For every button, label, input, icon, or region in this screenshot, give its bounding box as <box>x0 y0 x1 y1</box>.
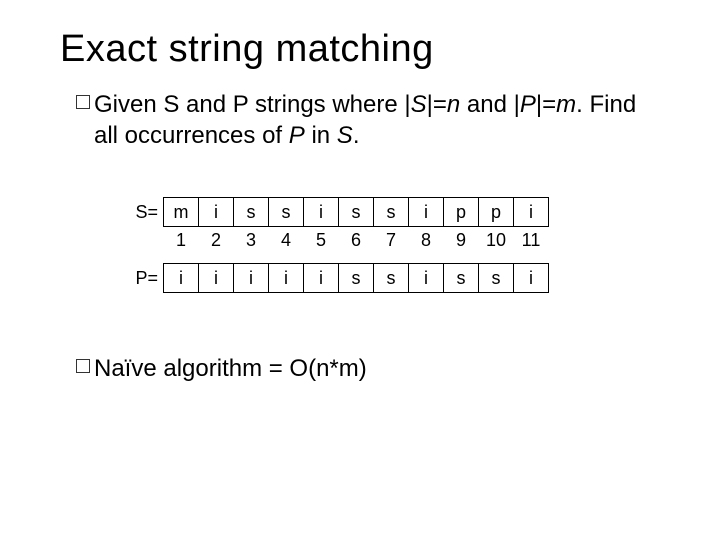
table-cell: s <box>338 263 374 293</box>
table-cell: i <box>198 197 234 227</box>
index-cell: 1 <box>163 227 199 253</box>
table-cell: s <box>338 197 374 227</box>
table-cell: i <box>303 197 339 227</box>
table-cell: i <box>513 263 549 293</box>
tables-area: S= m i s s i s s i p p i 1 2 3 4 5 6 7 8… <box>130 197 660 293</box>
table-cell: i <box>408 263 444 293</box>
index-cell: 4 <box>268 227 304 253</box>
index-cell: 9 <box>443 227 479 253</box>
index-cell: 2 <box>198 227 234 253</box>
table-cell: i <box>268 263 304 293</box>
table-cell: p <box>443 197 479 227</box>
table-cell: s <box>443 263 479 293</box>
p-row: P= i i i i i s s i s s i <box>130 263 660 293</box>
table-cell: i <box>513 197 549 227</box>
table-cell: p <box>478 197 514 227</box>
index-cell: 3 <box>233 227 269 253</box>
table-cell: i <box>303 263 339 293</box>
table-cell: s <box>268 197 304 227</box>
bullet-2: Naïve algorithm = O(n*m) <box>76 353 660 384</box>
square-bullet-icon <box>76 95 90 109</box>
index-cell: 10 <box>478 227 514 253</box>
table-cell: i <box>163 263 199 293</box>
table-cell: i <box>233 263 269 293</box>
square-bullet-icon <box>76 359 90 373</box>
bullet-1-text: Given S and P strings where |S|=n and |P… <box>94 89 660 151</box>
table-cell: i <box>198 263 234 293</box>
p-label: P= <box>130 268 164 289</box>
index-cell: 11 <box>513 227 549 253</box>
index-cell: 8 <box>408 227 444 253</box>
bullet-2-text: Naïve algorithm = O(n*m) <box>94 353 367 384</box>
index-cell: 5 <box>303 227 339 253</box>
table-cell: s <box>478 263 514 293</box>
bullet-1: Given S and P strings where |S|=n and |P… <box>76 89 660 151</box>
table-cell: m <box>163 197 199 227</box>
index-cell: 7 <box>373 227 409 253</box>
index-cell: 6 <box>338 227 374 253</box>
table-cell: s <box>233 197 269 227</box>
s-row: S= m i s s i s s i p p i <box>130 197 660 227</box>
index-row: 1 2 3 4 5 6 7 8 9 10 11 <box>130 227 660 253</box>
table-cell: s <box>373 263 409 293</box>
table-cell: s <box>373 197 409 227</box>
s-label: S= <box>130 202 164 223</box>
slide-title: Exact string matching <box>60 28 660 71</box>
table-cell: i <box>408 197 444 227</box>
